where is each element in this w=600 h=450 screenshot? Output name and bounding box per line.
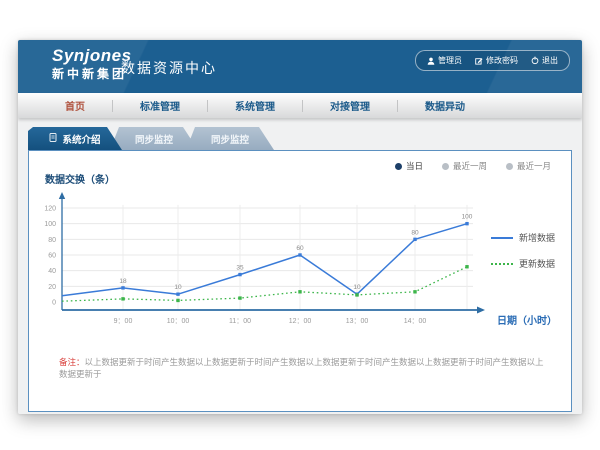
footnote-label: 备注： <box>59 357 85 367</box>
radio-dot-icon <box>395 163 402 170</box>
data-point-marker <box>176 292 179 295</box>
admin-user-label: 管理员 <box>438 55 462 66</box>
data-point-marker <box>121 297 124 300</box>
tab-label: 同步监控 <box>135 132 173 146</box>
legend-item-update-data: 更新数据 <box>491 257 555 270</box>
nav-item-interface-mgmt[interactable]: 对接管理 <box>303 98 397 113</box>
point-label: 10 <box>353 284 361 291</box>
change-password-label: 修改密码 <box>486 55 518 66</box>
data-point-marker <box>176 299 179 302</box>
data-point-marker <box>298 253 301 256</box>
y-tick-label: 80 <box>48 237 56 244</box>
legend-label: 更新数据 <box>519 257 555 270</box>
logout-button[interactable]: 退出 <box>531 55 558 66</box>
x-axis-title: 日期（小时） <box>497 312 557 327</box>
x-tick-label: 9：00 <box>114 318 133 325</box>
legend-item-new-data: 新增数据 <box>491 231 555 244</box>
radio-dot-icon <box>442 163 449 170</box>
y-tick-label: 60 <box>48 253 56 260</box>
range-option-label: 最近一月 <box>517 160 551 172</box>
x-tick-label: 13：00 <box>346 318 369 325</box>
main-nav: 首页 标准管理 系统管理 对接管理 数据异动 <box>18 93 582 118</box>
change-password-button[interactable]: 修改密码 <box>475 55 518 66</box>
admin-user-button[interactable]: 管理员 <box>427 55 462 66</box>
app-header: Synjones 新中新集团 数据资源中心 管理员 修改密码 退出 <box>18 40 582 93</box>
logo-en-text: Synjones <box>52 47 132 64</box>
x-axis-arrow-icon <box>477 307 485 314</box>
data-point-marker <box>298 290 301 293</box>
tab-sync-monitor-2[interactable]: 同步监控 <box>186 127 274 150</box>
chart-panel: 当日 最近一周 最近一月 数据交换（条） 日期（小时） 0 20 40 60 80 100… <box>28 150 572 412</box>
tab-label: 同步监控 <box>211 132 249 146</box>
solid-line-swatch-icon <box>491 237 513 239</box>
app-title: 数据资源中心 <box>121 58 217 78</box>
user-menu: 管理员 修改密码 退出 <box>415 50 570 71</box>
data-point-marker <box>413 290 416 293</box>
company-logo[interactable]: Synjones 新中新集团 <box>52 47 132 80</box>
tab-system-intro[interactable]: 系统介绍 <box>28 127 122 150</box>
nav-item-data-change[interactable]: 数据异动 <box>398 98 492 113</box>
point-label: 10 <box>174 284 182 291</box>
range-option-today[interactable]: 当日 <box>395 160 423 172</box>
y-axis-title: 数据交换（条） <box>45 171 115 186</box>
data-point-marker <box>121 286 124 289</box>
range-option-last-month[interactable]: 最近一月 <box>506 160 551 172</box>
point-label: 60 <box>296 245 304 252</box>
footnote-text: 以上数据更新于时间产生数据以上数据更新于时间产生数据以上数据更新于时间产生数据以… <box>59 357 544 379</box>
content-area: 系统介绍 同步监控 同步监控 当日 最近一周 <box>18 118 582 414</box>
data-point-marker <box>465 222 468 225</box>
x-tick-label: 14：00 <box>404 318 427 325</box>
y-tick-label: 20 <box>48 284 56 291</box>
x-tick-label: 12：00 <box>289 318 312 325</box>
chart-legend: 新增数据 更新数据 <box>491 231 555 270</box>
time-range-group: 当日 最近一周 最近一月 <box>395 160 551 172</box>
user-icon <box>427 57 435 65</box>
point-label: 100 <box>462 214 473 221</box>
point-label: 35 <box>236 265 244 272</box>
data-point-marker <box>238 296 241 299</box>
edit-icon <box>475 57 483 65</box>
tab-label: 系统介绍 <box>62 132 100 146</box>
nav-item-home[interactable]: 首页 <box>38 98 112 113</box>
legend-label: 新增数据 <box>519 231 555 244</box>
y-tick-label: 100 <box>44 221 56 228</box>
y-tick-label: 40 <box>48 268 56 275</box>
data-point-marker <box>465 265 468 268</box>
y-axis-arrow-icon <box>59 192 65 199</box>
app-window: Synjones 新中新集团 数据资源中心 管理员 修改密码 退出 <box>18 40 582 414</box>
tab-bar: 系统介绍 同步监控 同步监控 <box>28 127 582 150</box>
document-icon <box>49 133 57 145</box>
tab-sync-monitor-1[interactable]: 同步监控 <box>110 127 198 150</box>
nav-item-standard-mgmt[interactable]: 标准管理 <box>113 98 207 113</box>
x-tick-label: 11：00 <box>229 318 251 325</box>
logout-label: 退出 <box>542 55 558 66</box>
logo-cn-text: 新中新集团 <box>52 68 132 80</box>
range-option-label: 最近一周 <box>453 160 487 172</box>
point-label: 80 <box>411 229 419 236</box>
radio-dot-icon <box>506 163 513 170</box>
footnote: 备注：以上数据更新于时间产生数据以上数据更新于时间产生数据以上数据更新于时间产生… <box>59 357 549 381</box>
data-point-marker <box>355 293 358 296</box>
y-tick-label: 0 <box>52 300 56 307</box>
nav-item-system-mgmt[interactable]: 系统管理 <box>208 98 302 113</box>
range-option-label: 当日 <box>406 160 423 172</box>
data-point-marker <box>413 238 416 241</box>
dotted-line-swatch-icon <box>491 263 513 265</box>
range-option-last-week[interactable]: 最近一周 <box>442 160 487 172</box>
power-icon <box>531 56 539 65</box>
point-label: 18 <box>119 278 127 285</box>
data-point-marker <box>238 273 241 276</box>
x-tick-label: 10：00 <box>167 318 190 325</box>
y-tick-label: 120 <box>44 206 56 213</box>
